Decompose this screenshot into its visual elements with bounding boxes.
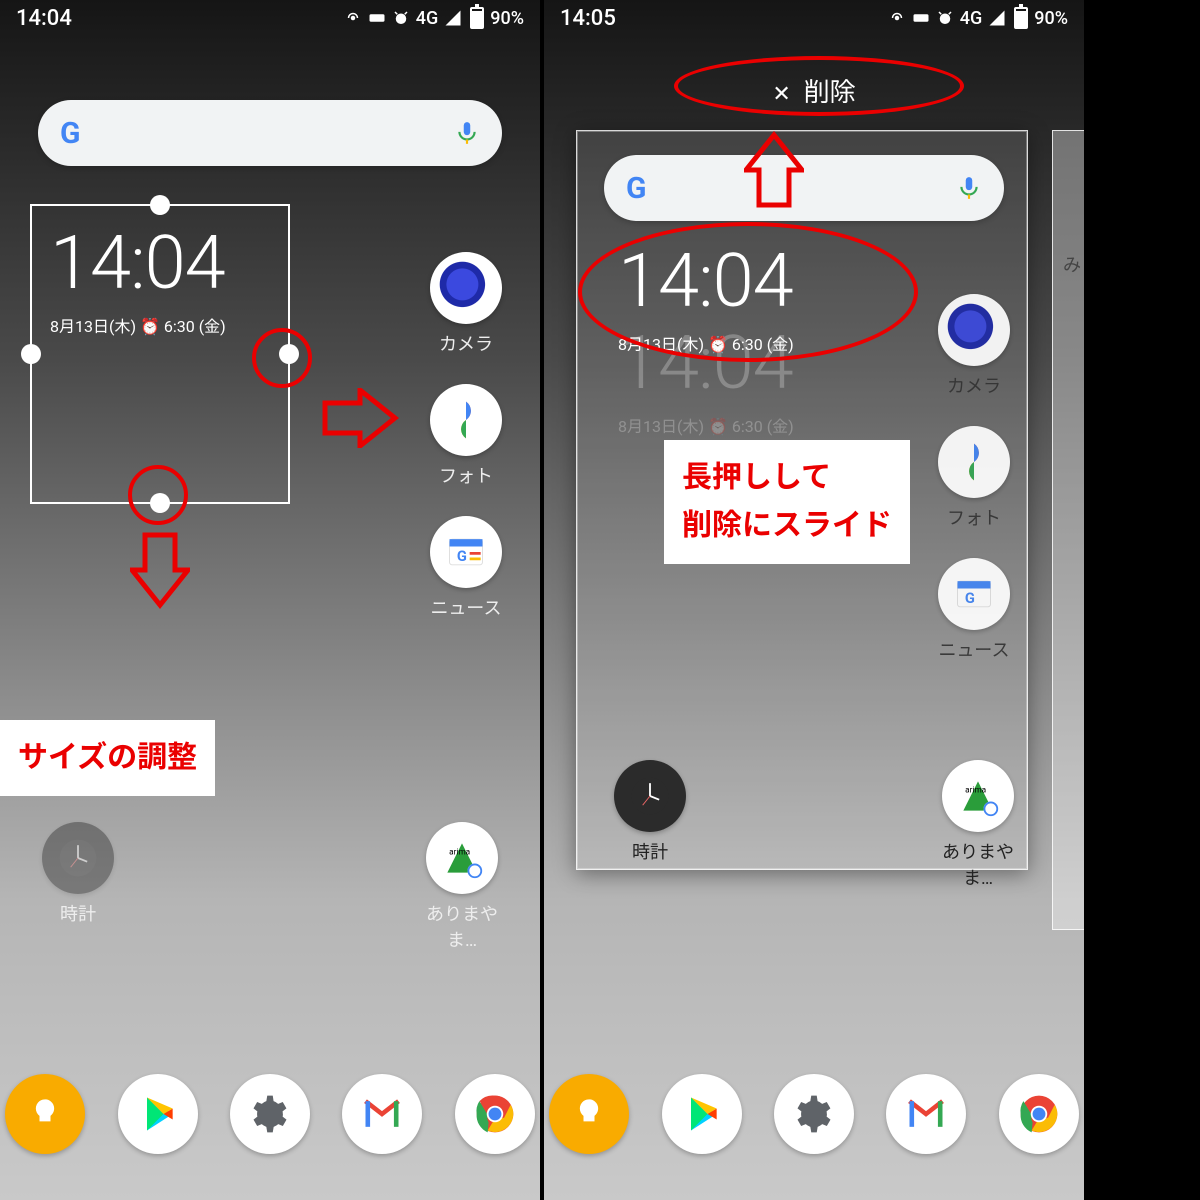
dock-keep[interactable] [549,1074,629,1154]
vr-icon [912,9,930,27]
google-search-bar[interactable]: G [38,100,502,166]
battery-icon [470,7,484,29]
mic-icon[interactable] [454,120,480,146]
app-camera-label: カメラ [924,372,1024,398]
app-camera-label: カメラ [416,330,516,356]
google-g-icon: G [60,116,80,151]
dock [544,1074,1084,1160]
status-time: 14:05 [560,6,616,31]
arima-label: ありまやま… [412,900,512,952]
photos-icon [430,384,502,456]
alarm-icon [392,9,410,27]
dock-settings[interactable] [774,1074,854,1154]
annotation-circle-right-handle [252,328,312,388]
photos-icon [938,426,1010,498]
analog-clock-icon [42,822,114,894]
google-g-icon: G [626,171,646,206]
mic-icon[interactable] [956,175,982,201]
vr-icon [368,9,386,27]
dock-play[interactable] [662,1074,742,1154]
news-icon: G [938,558,1010,630]
status-icons: 4G 90% [888,7,1068,29]
alarm-icon [936,9,954,27]
dock-keep[interactable] [5,1074,85,1154]
status-bar: 14:04 4G 90% [0,0,540,36]
battery-pct: 90% [1034,8,1068,29]
screenshot-left: 14:04 4G 90% G 14:04 8月13日(木) ⏰ 6:30 (金) [0,0,540,1200]
status-time: 14:04 [16,6,72,31]
app-news[interactable]: G ニュース [924,558,1024,662]
app-arima-shortcut[interactable]: arima ありまやま… [928,760,1028,890]
arima-icon: arima [426,822,498,894]
annotation-text-right: 長押しして 削除にスライド [664,440,910,564]
dock [0,1074,540,1160]
app-camera[interactable]: カメラ [924,294,1024,398]
clock-date: 8月13日(木) ⏰ 6:30 (金) [50,313,226,337]
app-photos[interactable]: フォト [416,384,516,488]
dock-play[interactable] [118,1074,198,1154]
app-camera[interactable]: カメラ [416,252,516,356]
app-column: カメラ フォト G ニュース [924,294,1024,690]
battery-icon [1014,7,1028,29]
svg-text:G: G [965,589,975,607]
svg-text:arima: arima [449,847,471,857]
dock-gmail[interactable] [886,1074,966,1154]
app-analog-clock[interactable]: 時計 [600,760,700,890]
app-photos-label: フォト [416,462,516,488]
status-bar: 14:05 4G 90% [544,0,1084,36]
resize-handle-top[interactable] [150,195,170,215]
dock-chrome[interactable] [455,1074,535,1154]
svg-text:arima: arima [965,785,987,795]
app-photos[interactable]: フォト [924,426,1024,530]
arima-label: ありまやま… [928,838,1028,890]
annotation-circle-delete [674,56,964,116]
app-column: カメラ フォト G ニュース [416,252,516,648]
analog-clock-icon [614,760,686,832]
resize-handle-left[interactable] [21,344,41,364]
annotation-arrow-down [130,530,190,610]
app-news-label: ニュース [416,594,516,620]
analog-clock-label: 時計 [600,838,700,864]
google-search-bar[interactable]: G [604,155,1004,221]
hotspot-icon [344,9,362,27]
ghost-date: 8月13日(木) ⏰ 6:30 (金) [618,413,794,437]
screenshot-right: 14:05 4G 90% ✕ 削除 み G 14:04 8月13日(木) ⏰ 6… [544,0,1084,1200]
peek-label: み [1063,255,1081,276]
annotation-text-left: サイズの調整 [0,720,215,796]
app-analog-clock[interactable]: 時計 [28,822,128,952]
annotation-circle-clock [578,222,918,362]
news-icon: G [430,516,502,588]
dock-chrome[interactable] [999,1074,1079,1154]
app-arima-shortcut[interactable]: arima ありまやま… [412,822,512,952]
svg-text:G: G [457,547,467,565]
battery-pct: 90% [490,8,524,29]
camera-icon [938,294,1010,366]
annotation-arrow-up [744,130,804,210]
camera-icon [430,252,502,324]
signal-icon [988,9,1006,27]
annotation-circle-bottom-handle [128,465,188,525]
analog-clock-label: 時計 [28,900,128,926]
app-news-label: ニュース [924,636,1024,662]
home-row: 時計 arima ありまやま… [544,760,1084,890]
arima-icon: arima [942,760,1014,832]
dock-gmail[interactable] [342,1074,422,1154]
annotation-arrow-right [320,388,400,448]
app-photos-label: フォト [924,504,1024,530]
dock-settings[interactable] [230,1074,310,1154]
clock-widget[interactable]: 14:04 8月13日(木) ⏰ 6:30 (金) [50,220,226,337]
network-label: 4G [416,8,439,29]
signal-icon [444,9,462,27]
status-icons: 4G 90% [344,7,524,29]
hotspot-icon [888,9,906,27]
home-row: 時計 arima ありまやま… [0,822,540,952]
network-label: 4G [960,8,983,29]
clock-time: 14:04 [50,220,226,307]
app-news[interactable]: G ニュース [416,516,516,620]
